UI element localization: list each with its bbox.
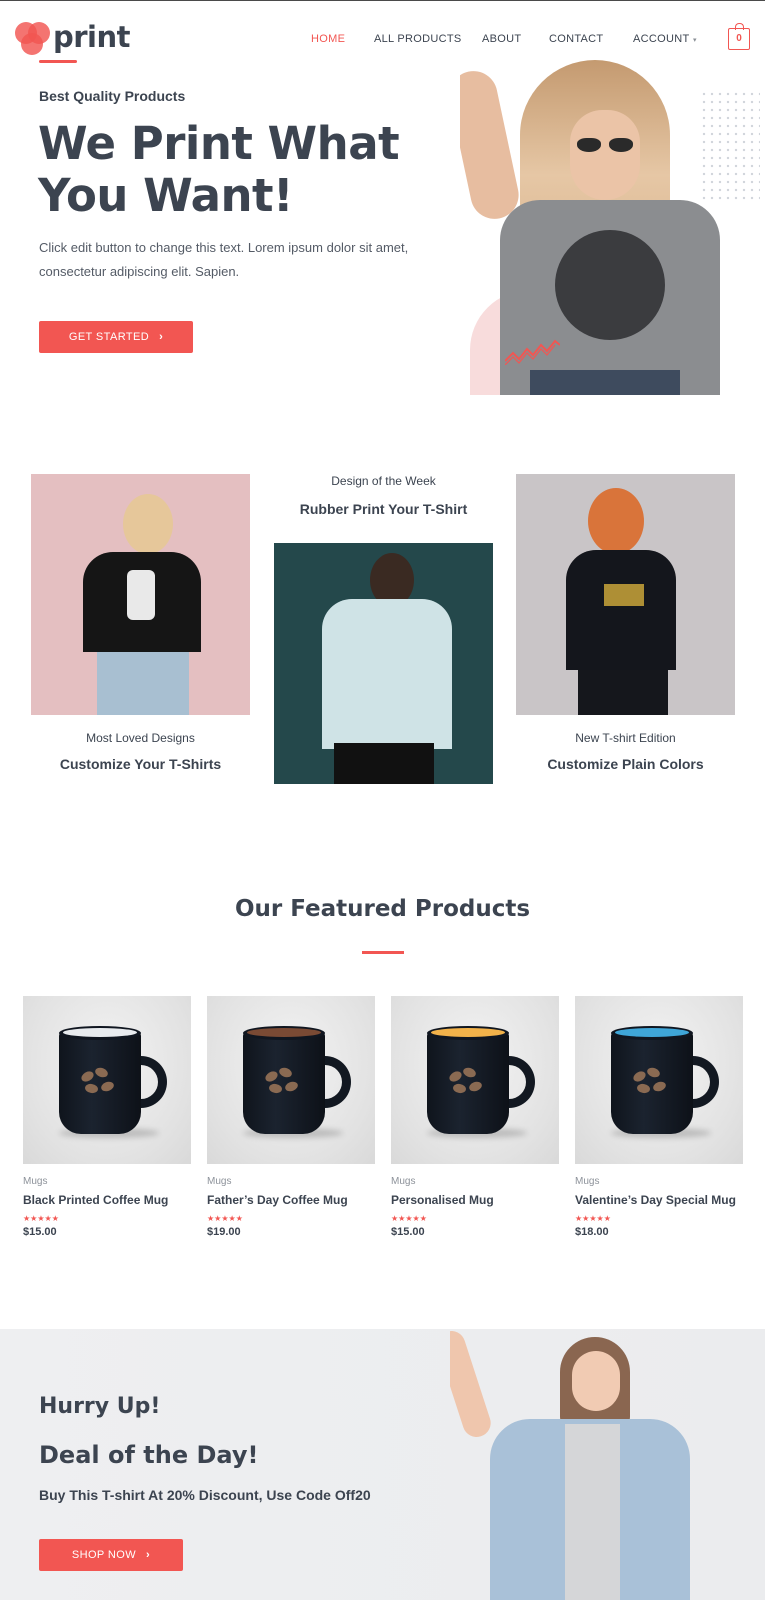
product-category[interactable]: Mugs — [23, 1176, 191, 1187]
product-card: Mugs Personalised Mug ★★★★★ $15.00 — [391, 996, 559, 1238]
product-card: Mugs Black Printed Coffee Mug ★★★★★ $15.… — [23, 996, 191, 1238]
product-category[interactable]: Mugs — [391, 1176, 559, 1187]
product-category[interactable]: Mugs — [575, 1176, 743, 1187]
deal-heading-hurry: Hurry Up! — [39, 1394, 161, 1419]
design-image-rubber-print[interactable] — [274, 543, 493, 784]
get-started-button[interactable]: GET STARTED › — [39, 321, 193, 353]
product-card: Mugs Valentine’s Day Special Mug ★★★★★ $… — [575, 996, 743, 1238]
design-2-subtitle: Design of the Week — [331, 474, 436, 488]
design-3-subtitle: New T-shirt Edition — [575, 731, 676, 745]
product-name[interactable]: Valentine’s Day Special Mug — [575, 1192, 743, 1209]
nav-home[interactable]: HOME — [311, 33, 345, 45]
product-card: Mugs Father’s Day Coffee Mug ★★★★★ $19.0… — [207, 996, 375, 1238]
logo-mark — [15, 22, 51, 58]
design-1-subtitle: Most Loved Designs — [86, 731, 195, 745]
deal-model-image — [450, 1329, 690, 1600]
featured-title: Our Featured Products — [234, 896, 531, 922]
site-logo[interactable]: print — [15, 20, 135, 64]
get-started-label: GET STARTED — [68, 331, 150, 343]
design-1-title[interactable]: Customize Your T-Shirts — [31, 756, 250, 772]
nav-all-products[interactable]: ALL PRODUCTS — [374, 33, 462, 45]
nav-about[interactable]: ABOUT — [482, 33, 521, 45]
nav-contact[interactable]: CONTACT — [549, 33, 603, 45]
star-rating: ★★★★★ — [207, 1214, 243, 1223]
chevron-right-icon: › — [159, 331, 164, 343]
hero-text: Click edit button to change this text. L… — [39, 240, 409, 279]
nav-account[interactable]: ACCOUNT — [633, 33, 690, 45]
product-price: $18.00 — [575, 1226, 609, 1238]
logo-text: print — [53, 20, 131, 54]
product-name[interactable]: Personalised Mug — [391, 1192, 559, 1209]
logo-underline — [39, 60, 77, 63]
product-image[interactable] — [391, 996, 559, 1164]
product-name[interactable]: Black Printed Coffee Mug — [23, 1192, 191, 1209]
design-3-title[interactable]: Customize Plain Colors — [516, 756, 735, 772]
deal-text: Buy This T-shirt At 20% Discount, Use Co… — [39, 1487, 371, 1503]
cart-icon[interactable]: 0 — [728, 23, 750, 50]
hero-title: We Print What You Want! — [38, 117, 400, 222]
shop-now-button[interactable]: SHOP NOW › — [39, 1539, 183, 1571]
featured-underline — [362, 951, 404, 954]
shop-now-label: SHOP NOW — [71, 1549, 137, 1561]
star-rating: ★★★★★ — [23, 1214, 59, 1223]
deal-heading-title: Deal of the Day! — [39, 1441, 259, 1469]
product-name[interactable]: Father’s Day Coffee Mug — [207, 1192, 375, 1209]
design-2-title[interactable]: Rubber Print Your T-Shirt — [274, 501, 493, 517]
design-image-skeleton-tee[interactable] — [31, 474, 250, 715]
cart-count: 0 — [736, 33, 742, 44]
product-category[interactable]: Mugs — [207, 1176, 375, 1187]
chevron-down-icon: ▾ — [693, 37, 697, 44]
chevron-right-icon: › — [146, 1549, 151, 1561]
product-price: $15.00 — [23, 1226, 57, 1238]
product-image[interactable] — [575, 996, 743, 1164]
hero-eyebrow: Best Quality Products — [39, 88, 186, 104]
product-image[interactable] — [207, 996, 375, 1164]
product-image[interactable] — [23, 996, 191, 1164]
top-border — [0, 0, 765, 1]
product-price: $15.00 — [391, 1226, 425, 1238]
design-image-plain-tee[interactable] — [516, 474, 735, 715]
star-rating: ★★★★★ — [391, 1214, 427, 1223]
product-price: $19.00 — [207, 1226, 241, 1238]
hero-model-image — [460, 50, 765, 395]
star-rating: ★★★★★ — [575, 1214, 611, 1223]
